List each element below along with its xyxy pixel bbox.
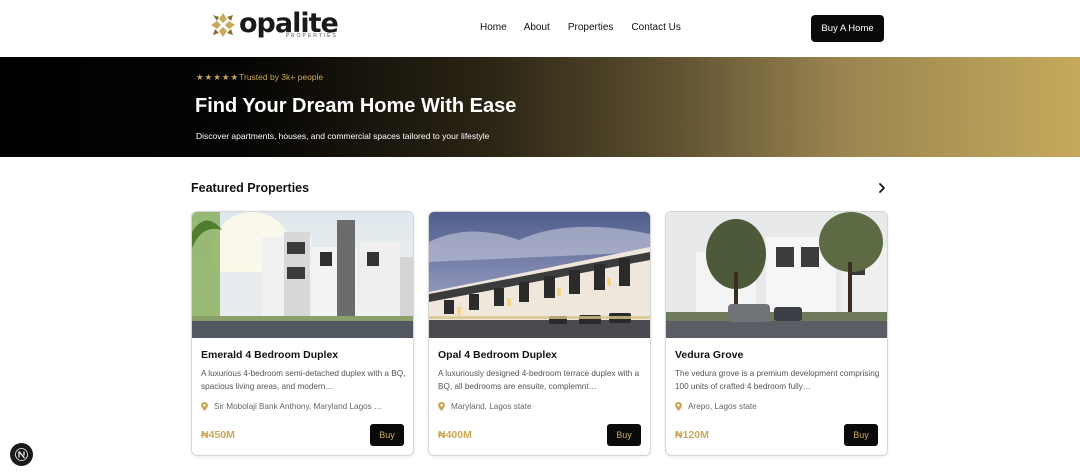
property-location: Maryland, Lagos state [438,402,643,411]
chevron-right-icon[interactable] [877,181,887,195]
nav-about[interactable]: About [524,22,550,33]
property-location-text: Sir Mobolaji Bank Anthony, Maryland Lago… [214,402,383,411]
brand-tagline: PROPERTIES [285,33,338,39]
dev-tools-badge[interactable] [10,443,33,466]
hero-title: Find Your Dream Home With Ease [195,95,517,117]
location-pin-icon [675,402,682,411]
property-location: Sir Mobolaji Bank Anthony, Maryland Lago… [201,402,406,411]
buy-button[interactable]: Buy [844,424,878,446]
property-location-text: Arepo, Lagos state [688,402,757,411]
main-nav: Home About Properties Contact Us [480,22,699,33]
property-description: The vedura grove is a premium developmen… [675,369,880,391]
trusted-badge: ★★★★★Trusted by 3k+ people [196,72,323,83]
property-image[interactable] [192,212,413,338]
property-card[interactable]: Opal 4 Bedroom Duplex A luxuriously desi… [428,211,651,456]
buy-button[interactable]: Buy [370,424,404,446]
location-pin-icon [201,402,208,411]
property-title[interactable]: Emerald 4 Bedroom Duplex [201,349,338,361]
brand-logo[interactable]: opalite PROPERTIES [209,10,339,39]
property-price: ₦400M [438,429,472,441]
property-location: Arepo, Lagos state [675,402,880,411]
property-image[interactable] [666,212,887,338]
property-image[interactable] [429,212,650,338]
property-location-text: Maryland, Lagos state [451,402,532,411]
buy-a-home-button[interactable]: Buy A Home [811,15,884,42]
property-price: ₦120M [675,429,709,441]
nav-contact[interactable]: Contact Us [631,22,680,33]
property-card[interactable]: Vedura Grove The vedura grove is a premi… [665,211,888,456]
nav-home[interactable]: Home [480,22,507,33]
hero-subtitle: Discover apartments, houses, and commerc… [196,131,490,141]
property-title[interactable]: Opal 4 Bedroom Duplex [438,349,557,361]
next-logo-icon [15,448,28,461]
trusted-text: Trusted by 3k+ people [239,72,324,82]
nav-properties[interactable]: Properties [568,22,614,33]
logo-mark-icon [211,13,235,37]
hero-banner: ★★★★★Trusted by 3k+ people Find Your Dre… [0,57,1080,157]
property-price: ₦450M [201,429,235,441]
property-card[interactable]: Emerald 4 Bedroom Duplex A luxurious 4-b… [191,211,414,456]
buy-button[interactable]: Buy [607,424,641,446]
rating-stars-icon: ★★★★★ [196,72,240,82]
property-description: A luxuriously designed 4-bedroom terrace… [438,369,640,391]
site-header: opalite PROPERTIES Home About Properties… [0,0,1080,57]
featured-properties-heading: Featured Properties [191,181,310,195]
location-pin-icon [438,402,445,411]
property-title[interactable]: Vedura Grove [675,349,743,361]
property-description: A luxurious 4-bedroom semi-detached dupl… [201,369,406,391]
